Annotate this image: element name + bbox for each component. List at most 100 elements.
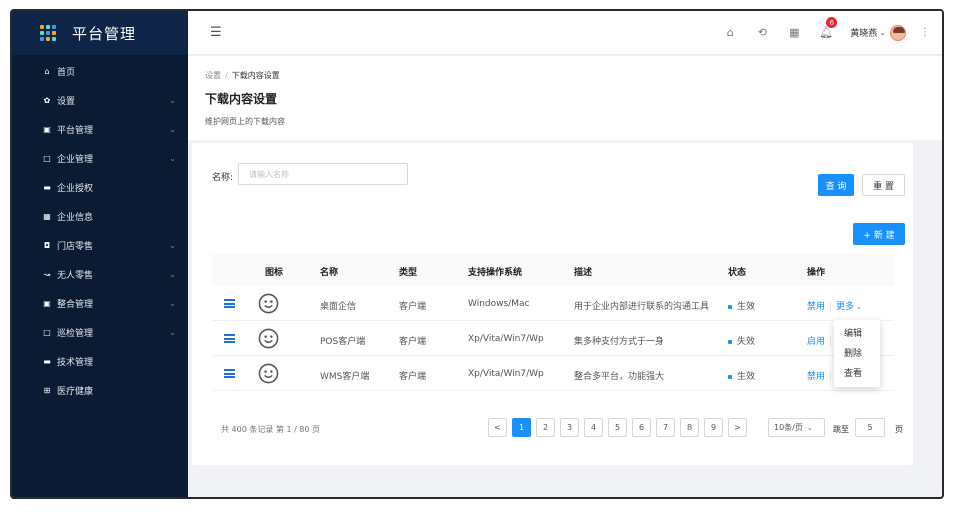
sidebar-item-label: 平台管理 [57,126,94,136]
screen-icon: ▬ [43,183,51,192]
status-badge: 失效 [728,334,755,347]
sidebar-item-1[interactable]: ✿ 设置 ⌄ [12,86,188,115]
chevron-down-icon: ⌄ [169,328,176,337]
name-filter-label: 名称: [212,173,234,183]
reset-button[interactable]: 重 置 [862,174,905,196]
cell-name: WMS客户端 [320,372,370,382]
page-button-4[interactable]: 4 [584,418,603,437]
sidebar-item-9[interactable]: □ 巡检管理 ⌄ [12,318,188,347]
more-vertical-icon[interactable]: ⋮ [920,27,930,38]
app-grid-logo-icon [40,25,56,41]
monitor-icon: ▣ [43,299,51,308]
jump-suffix: 页 [895,425,903,434]
top-actions: ⌂ ⟲ ▦ 🔔︎ 6 黄晓燕 ⌄ ⋮ [710,17,930,41]
home-icon: ⌂ [44,67,50,76]
action-divider: | [829,372,833,382]
breadcrumb-separator: / [225,71,228,80]
chevron-down-icon: ⌄ [169,299,176,308]
sidebar-item-label: 首页 [57,68,76,78]
next-page-button[interactable]: > [728,418,747,437]
sidebar-item-label: 设置 [57,97,76,107]
sidebar-item-8[interactable]: ▣ 整合管理 ⌄ [12,289,188,318]
status-dot [728,374,732,379]
chevron-down-icon: ⌄ [169,241,176,250]
status-dot [728,339,732,344]
table-header: 图标 名称 类型 支持操作系统 描述 状态 操作 [212,254,894,286]
prev-page-button[interactable]: < [488,418,507,437]
page-description: 维护网页上的下载内容 [205,117,285,126]
sidebar-item-7[interactable]: ↝ 无人零售 ⌄ [12,260,188,289]
table-row: 桌面企信 客户端 Windows/Mac 用于企业内部进行联系的沟通工具 生效 禁用 | 更多… [212,287,894,321]
cell-type: 客户端 [399,372,427,382]
screen-icon: ▬ [43,357,51,366]
page-button-8[interactable]: 8 [680,418,699,437]
home-icon[interactable]: ⌂ [718,26,742,39]
query-button[interactable]: 查 询 [818,174,854,196]
drag-handle-icon[interactable] [224,369,235,378]
breadcrumb-item-current: 下载内容设置 [231,71,280,80]
drag-handle-icon[interactable] [224,299,235,308]
row-actions: 启用 | [807,334,836,347]
gear-icon: ✿ [43,96,51,105]
sidebar-item-2[interactable]: ▣ 平台管理 ⌄ [12,115,188,144]
sidebar-item-6[interactable]: ◘ 门店零售 ⌄ [12,231,188,260]
more-actions-dropdown: 编辑 删除 查看 [834,320,880,387]
new-button[interactable]: + 新 建 [853,223,905,245]
brand-title: 平台管理 [72,24,137,43]
status-dot [728,304,732,309]
page-button-3[interactable]: 3 [560,418,579,437]
column-header-icon: 图标 [265,268,284,278]
notification-bell-icon[interactable]: 🔔︎ 6 [814,17,838,39]
page-size-select[interactable]: 10条/页 ⌄ [768,418,825,437]
more-actions-label: 更多 [836,302,855,312]
dropdown-item-edit[interactable]: 编辑 [834,327,880,347]
user-name[interactable]: 黄晓燕 [850,26,877,39]
refresh-icon[interactable]: ⟲ [750,26,774,39]
page-button-2[interactable]: 2 [536,418,555,437]
dropdown-item-view[interactable]: 查看 [834,367,880,387]
page-button-5[interactable]: 5 [608,418,627,437]
pagination: <1 2 3 4 5 6 7 8 9 > [488,418,752,437]
action-divider: | [829,302,833,312]
table-row: POS客户端 客户端 Xp/Vita/Win7/Wp 集多种支付方式于一身 失效 启用 | [212,322,894,356]
name-search-input[interactable] [238,163,408,185]
menu-toggle-icon[interactable]: ☰ [210,25,222,40]
jump-page-input[interactable]: 5 [855,418,885,437]
toggle-status-link[interactable]: 禁用 [807,372,825,382]
page-button-1[interactable]: 1 [512,418,531,437]
column-header-status: 状态 [728,268,747,278]
chevron-down-icon[interactable]: ⌄ [879,28,886,37]
sidebar-item-0[interactable]: ⌂ 首页 [12,57,188,86]
sidebar-item-5[interactable]: ▦ 企业信息 [12,202,188,231]
chevron-down-icon: ⌄ [806,423,813,432]
sidebar-item-4[interactable]: ▬ 企业授权 [12,173,188,202]
page-button-9[interactable]: 9 [704,418,723,437]
page-button-7[interactable]: 7 [656,418,675,437]
sidebar-item-label: 企业管理 [57,155,94,165]
grid-icon: ▦ [43,212,51,221]
apps-icon[interactable]: ▦ [782,26,806,39]
sidebar-item-label: 技术管理 [57,358,94,368]
page-button-6[interactable]: 6 [632,418,651,437]
sidebar-item-10[interactable]: ▬ 技术管理 [12,347,188,376]
sidebar-item-11[interactable]: ⊞ 医疗健康 [12,376,188,405]
brand[interactable]: 平台管理 [12,11,188,55]
dropdown-item-delete[interactable]: 删除 [834,347,880,367]
breadcrumb: 设置 / 下载内容设置 [205,70,942,81]
content-card: 名称: 查 询 重 置 + 新 建 图标 名称 类型 支持操作系统 描述 状态 … [192,143,913,465]
column-header-os: 支持操作系统 [468,268,523,278]
cell-description: 集多种支付方式于一身 [574,337,665,347]
avatar[interactable] [890,24,906,41]
sidebar-item-3[interactable]: □ 企业管理 ⌄ [12,144,188,173]
square-icon: □ [43,328,51,337]
sidebar-menu: ⌂ 首页 ✿ 设置 ⌄ ▣ 平台管理 ⌄ □ 企业管理 ⌄ ▬ 企业授权 ▦ 企业信息 ◘ 门店零售 ⌄ ↝ 无人零售… [12,55,188,405]
toggle-status-link[interactable]: 启用 [807,337,825,347]
more-actions-link[interactable]: 更多 ⌄ [836,302,862,312]
sidebar-item-label: 整合管理 [57,300,94,310]
pagination-total: 共 400 条记录 第 1 / 80 页 [221,425,321,434]
page-size-value: 10条/页 [774,423,803,432]
drag-handle-icon[interactable] [224,334,235,343]
smile-icon [258,363,279,384]
toggle-status-link[interactable]: 禁用 [807,302,825,312]
breadcrumb-item-settings[interactable]: 设置 [205,71,221,80]
